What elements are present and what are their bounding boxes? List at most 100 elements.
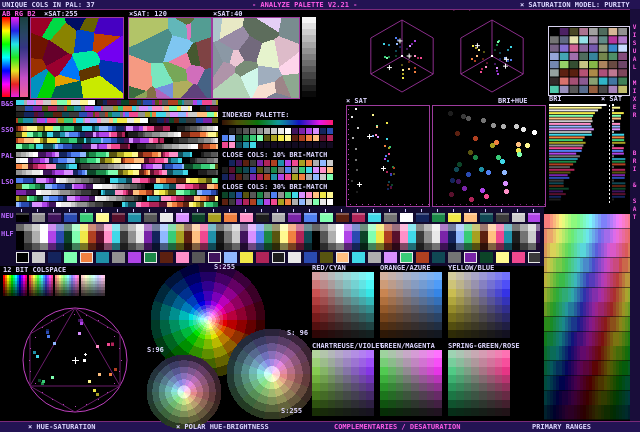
bri-histogram-label: BRI bbox=[549, 95, 562, 103]
sat-scatter-label: × SAT bbox=[346, 97, 368, 105]
palette-cell bbox=[257, 142, 263, 148]
palette-cell[interactable] bbox=[327, 135, 333, 141]
complementary-panel-green-magenta-canvas bbox=[380, 350, 442, 416]
palette-cell bbox=[285, 142, 291, 148]
neutral-swatch-ticker-canvas bbox=[16, 209, 540, 223]
palette-cell[interactable] bbox=[236, 135, 242, 141]
palette-cell bbox=[313, 142, 319, 148]
gray-ramp-canvas bbox=[302, 17, 316, 97]
palette-stripe-rows-canvas bbox=[16, 100, 218, 208]
primary-ranges-canvas bbox=[544, 214, 630, 420]
palette-cell[interactable] bbox=[222, 128, 228, 134]
brightness-hue-scatter-canvas bbox=[432, 105, 546, 207]
palette-cell[interactable] bbox=[306, 128, 312, 134]
palette-cell[interactable] bbox=[264, 135, 270, 141]
rgb-colorspace-iso-canvas bbox=[350, 11, 542, 99]
palette-cell[interactable] bbox=[243, 135, 249, 141]
palette-cell[interactable] bbox=[243, 128, 249, 134]
footer-primary-ranges: PRIMARY RANGES bbox=[532, 423, 592, 431]
right-rail-label-bri-sat: BRI & SAT bbox=[631, 150, 638, 222]
palette-cell[interactable] bbox=[292, 135, 298, 141]
complementary-panel-red-cyan-canvas bbox=[312, 272, 374, 338]
palette-cell[interactable] bbox=[222, 142, 228, 148]
footer-complementaries: COMPLEMENTARIES / DESATURATION bbox=[334, 423, 461, 431]
palette-cell bbox=[306, 142, 312, 148]
palette-cell[interactable] bbox=[285, 128, 291, 134]
close-colors-10-grid-canvas bbox=[222, 160, 333, 181]
stripe-group-label-bs: B&S bbox=[1, 100, 14, 108]
palette-cell[interactable] bbox=[278, 135, 284, 141]
half-tone-swatches-canvas bbox=[16, 251, 540, 264]
close-cols-10-label: CLOSE COLS: 10% BRI-MATCH bbox=[222, 151, 328, 159]
palette-cell[interactable] bbox=[250, 128, 256, 134]
palette-cell[interactable] bbox=[222, 135, 228, 141]
palette-cell[interactable] bbox=[243, 142, 249, 148]
palette-cell[interactable] bbox=[271, 128, 277, 134]
colspace-12bit-canvas-3 bbox=[55, 275, 79, 297]
footer-polar-hue-brightness: × POLAR HUE-BRIGHTNESS bbox=[176, 423, 269, 431]
palette-cell[interactable] bbox=[278, 128, 284, 134]
palette-cell[interactable] bbox=[257, 128, 263, 134]
analyze-palette-screen: UNIQUE COLS IN PAL: 37 - ANALYZE PALETTE… bbox=[0, 0, 640, 432]
palette-cell[interactable] bbox=[320, 128, 326, 134]
palette-cell[interactable] bbox=[229, 142, 235, 148]
palette-cell bbox=[320, 142, 326, 148]
palette-cell bbox=[292, 142, 298, 148]
complementary-panel-yellow-blue-canvas bbox=[448, 272, 510, 338]
palette-cell[interactable] bbox=[250, 135, 256, 141]
right-rail-label-visual-mixer: VISUAL MIXER bbox=[631, 24, 638, 120]
palette-cell[interactable] bbox=[236, 128, 242, 134]
wheel-label-s255-bottom: S:255 bbox=[281, 407, 303, 415]
wheel-label-s255: S:255 bbox=[214, 263, 236, 271]
channel-strip-a-canvas bbox=[2, 17, 10, 97]
comp-label-chartreuse-violet: CHARTREUSE/VIOLET bbox=[312, 342, 384, 350]
wheel-label-s96-small: S:96 bbox=[147, 346, 164, 354]
palette-cell bbox=[278, 142, 284, 148]
palette-cell[interactable] bbox=[229, 128, 235, 134]
palette-cell[interactable] bbox=[271, 135, 277, 141]
palette-cell bbox=[271, 142, 277, 148]
palette-cell[interactable] bbox=[236, 142, 242, 148]
colorspace-blob-sat255-canvas bbox=[30, 17, 124, 99]
palette-cell bbox=[299, 142, 305, 148]
indexed-palette-grid[interactable] bbox=[222, 128, 333, 148]
colspace-12bit-canvas-1 bbox=[3, 275, 27, 297]
close-cols-30-label: CLOSE COLS: 30% BRI-MATCH bbox=[222, 183, 328, 191]
mid-band-label-hlf: HLF bbox=[1, 230, 14, 238]
polar-wheel-s96-small-canvas bbox=[146, 354, 222, 430]
bri-hue-label: BRI+HUE bbox=[498, 97, 528, 105]
palette-cell[interactable] bbox=[299, 135, 305, 141]
polar-wheel-s96-canvas bbox=[226, 328, 318, 420]
palette-cell[interactable] bbox=[313, 128, 319, 134]
stripe-group-label-sso: SSO bbox=[1, 126, 14, 134]
stripe-group-label-pal: PAL bbox=[1, 152, 14, 160]
palette-cell bbox=[264, 142, 270, 148]
palette-cell[interactable] bbox=[327, 128, 333, 134]
unique-colors-count: UNIQUE COLS IN PAL: 37 bbox=[2, 1, 95, 9]
footer-hue-saturation: × HUE-SATURATION bbox=[28, 423, 96, 431]
channel-strip-b-canvas bbox=[11, 17, 19, 97]
comp-label-red-cyan: RED/CYAN bbox=[312, 264, 346, 272]
palette-cell[interactable] bbox=[292, 128, 298, 134]
sat-histogram-label: × SAT bbox=[601, 95, 623, 103]
palette-cell[interactable] bbox=[306, 135, 312, 141]
palette-cell[interactable] bbox=[285, 135, 291, 141]
palette-cell[interactable] bbox=[320, 135, 326, 141]
saturation-model-toggle[interactable]: × SATURATION MODEL: PURITY bbox=[520, 1, 630, 9]
indexed-palette-header-canvas bbox=[222, 120, 333, 125]
indexed-palette-title: INDEXED PALETTE: bbox=[222, 111, 290, 119]
colspace-12bit-label: 12 BIT COLSPACE bbox=[3, 266, 67, 274]
comp-label-springgreen-rose: SPRING-GREEN/ROSE bbox=[448, 342, 520, 350]
stripe-group-label-lso: LSO bbox=[1, 178, 14, 186]
visual-mixer-grid-canvas[interactable] bbox=[548, 26, 630, 96]
palette-cell[interactable] bbox=[313, 135, 319, 141]
comp-label-yellow-blue: YELLOW/BLUE bbox=[448, 264, 495, 272]
mid-band-label-neu: NEU bbox=[1, 212, 14, 220]
palette-cell[interactable] bbox=[299, 128, 305, 134]
palette-cell[interactable] bbox=[229, 135, 235, 141]
app-title: - ANALYZE PALETTE V2.21 - bbox=[252, 1, 358, 9]
palette-cell[interactable] bbox=[250, 142, 256, 148]
palette-cell[interactable] bbox=[264, 128, 270, 134]
complementary-panel-chartreuse-violet-canvas bbox=[312, 350, 374, 416]
palette-cell[interactable] bbox=[257, 135, 263, 141]
